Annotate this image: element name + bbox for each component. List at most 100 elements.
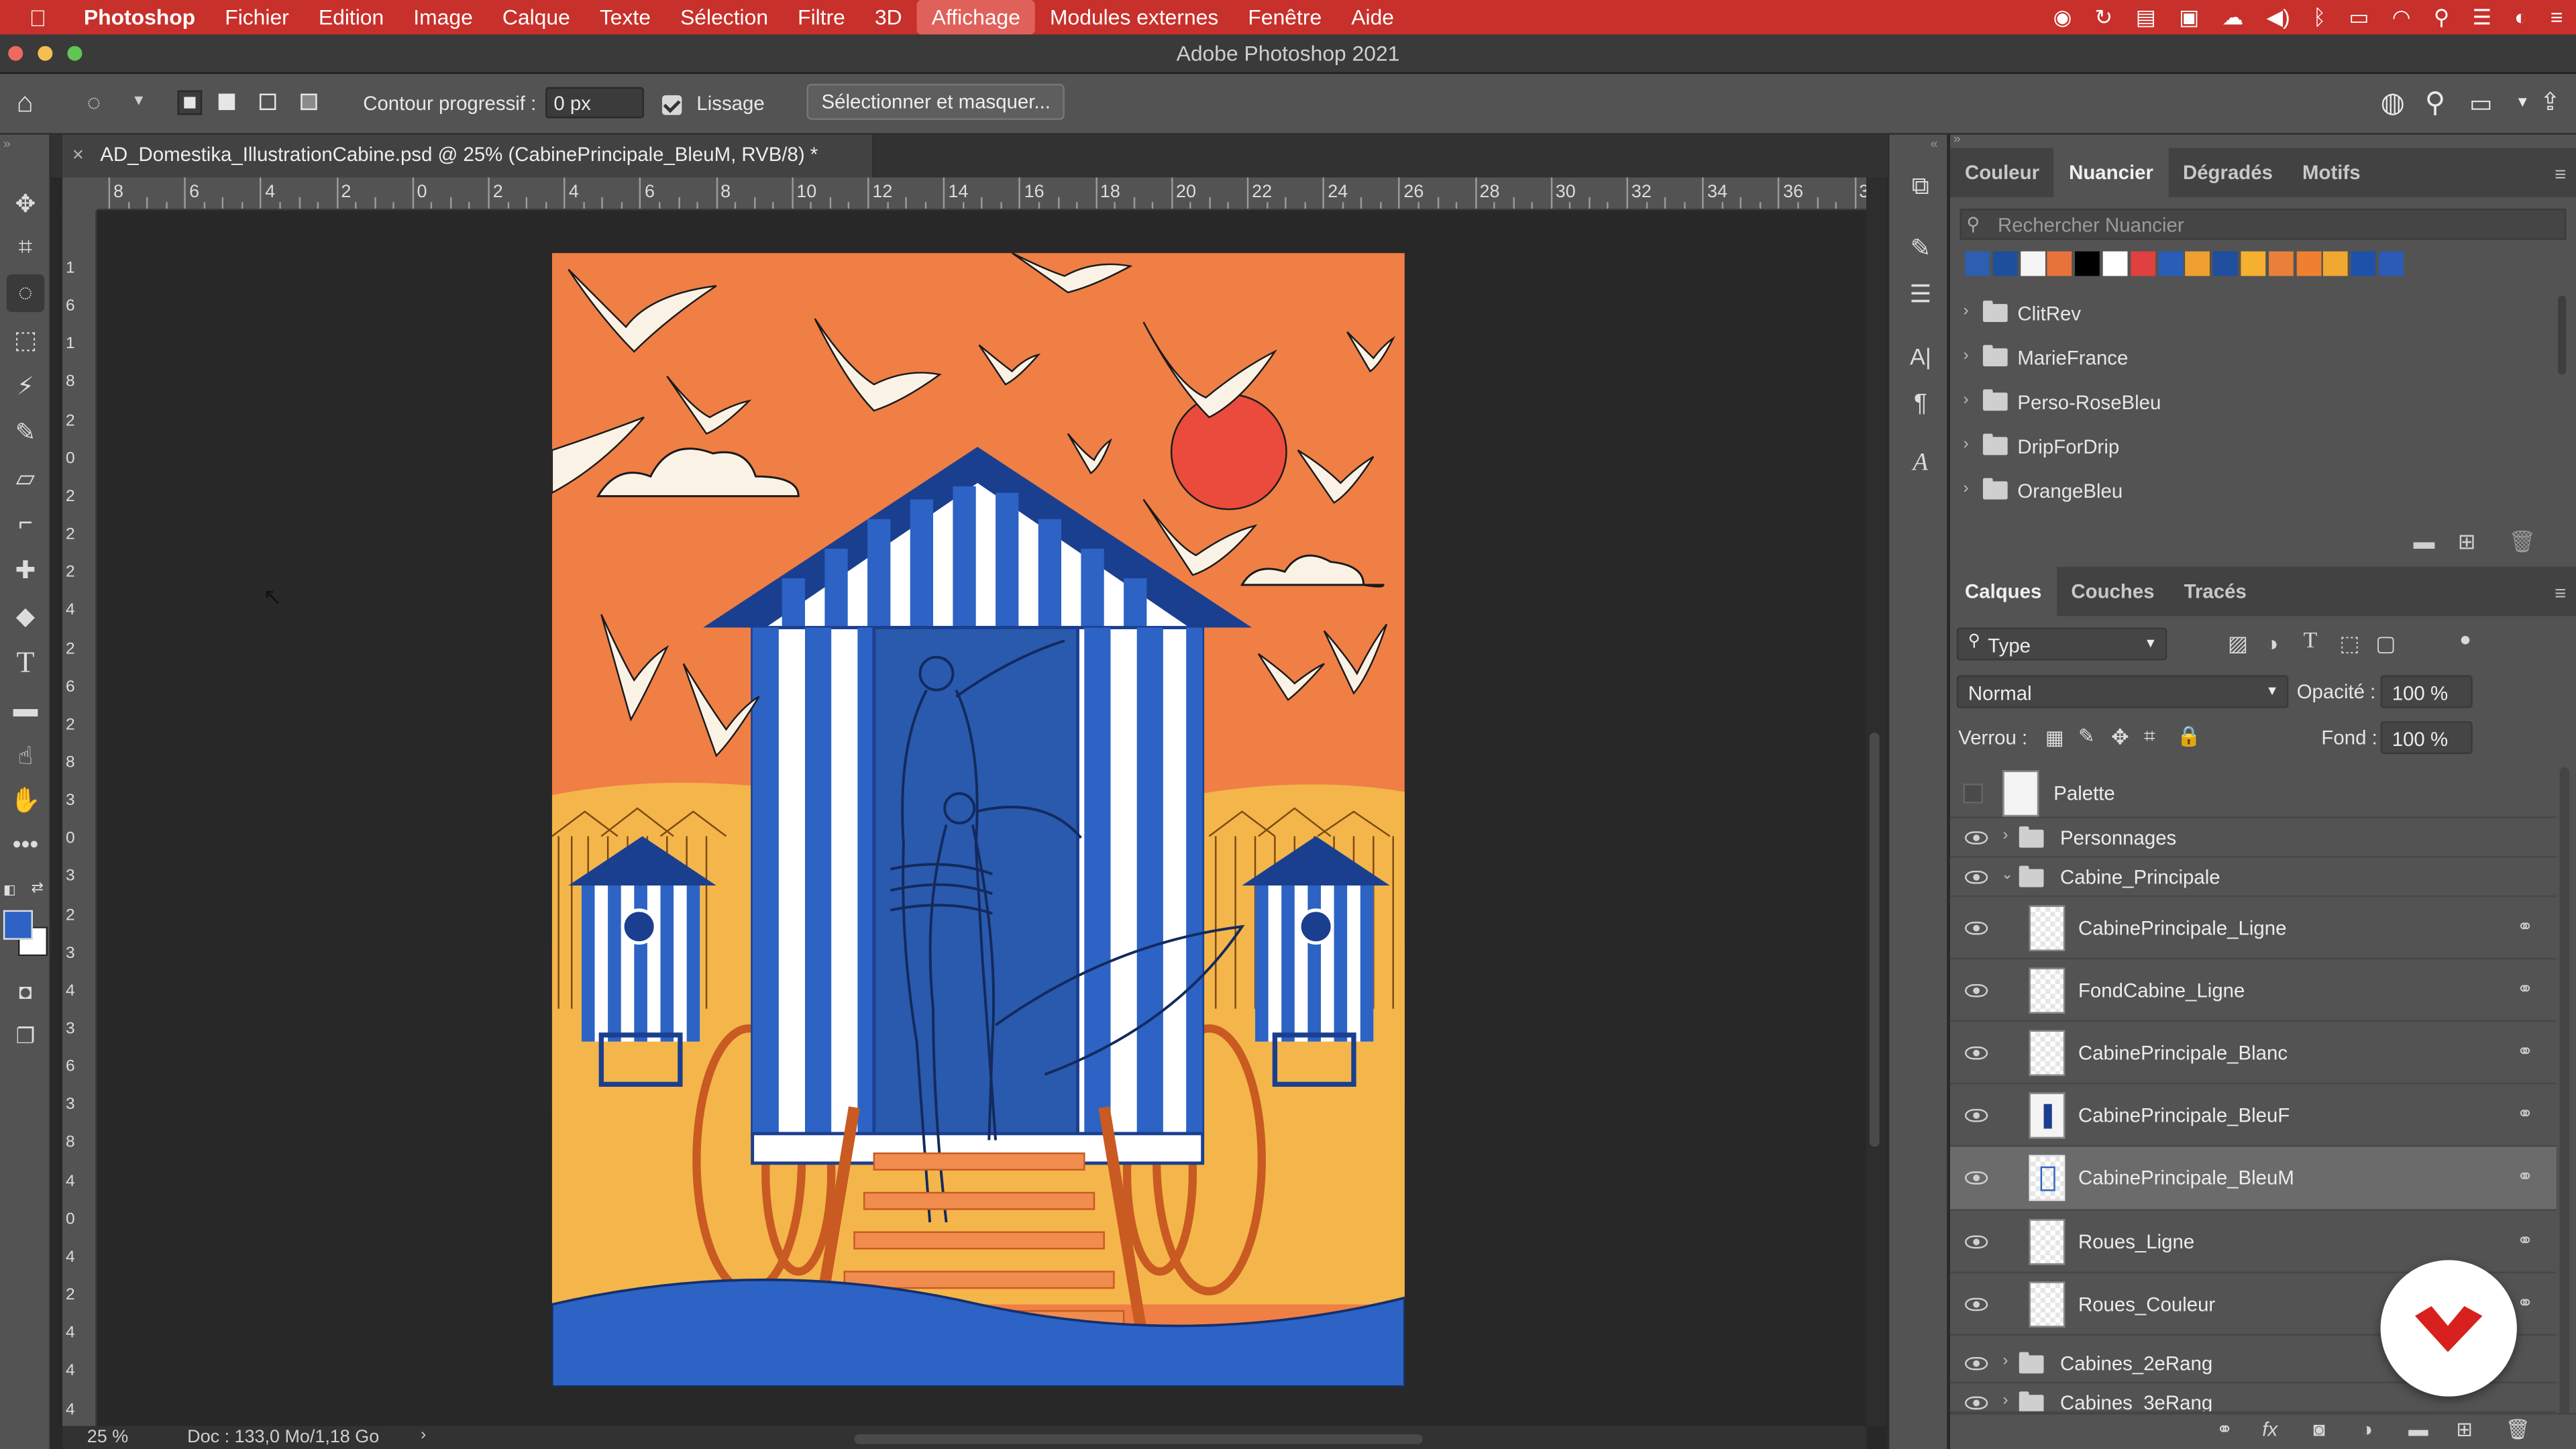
menu-image[interactable]: Image <box>398 0 488 34</box>
brush-tool-icon[interactable]: ✎ <box>7 413 44 450</box>
chevron-right-icon[interactable]: › <box>1964 347 1969 365</box>
chevron-down-icon[interactable]: ▼ <box>131 92 146 108</box>
menu-3d[interactable]: 3D <box>860 0 917 34</box>
filter-type-icon[interactable]: T <box>2303 629 2317 655</box>
new-group-icon[interactable]: ▬ <box>2408 1417 2428 1440</box>
delete-swatch-icon[interactable]: 🗑 <box>2509 529 2536 555</box>
menu-fenetre[interactable]: Fenêtre <box>1233 0 1336 34</box>
lasso-tool-icon[interactable]: ◌ <box>6 274 45 313</box>
swap-colors-icon[interactable]: ⇄ <box>32 879 44 897</box>
glyphs-panel-icon[interactable]: A <box>1902 445 1939 482</box>
tab-couches[interactable]: Couches <box>2056 567 2169 616</box>
color-swatch[interactable] <box>2268 251 2294 276</box>
menu-edition[interactable]: Edition <box>304 0 398 34</box>
collapse-tools-icon[interactable]: » <box>3 136 11 151</box>
feather-input[interactable]: 0 px <box>545 87 645 119</box>
crop-tool-icon[interactable]: ⌗ <box>7 228 44 266</box>
battery-icon[interactable]: ▭ <box>2349 0 2369 34</box>
color-swatch[interactable] <box>2186 251 2210 276</box>
chevron-right-icon[interactable]: › <box>1964 435 1969 453</box>
layer-row-cabine-principale[interactable]: ⌄ Cabine_Principale <box>1949 857 2557 898</box>
delete-layer-icon[interactable]: 🗑 <box>2506 1417 2530 1440</box>
wifi-icon[interactable]: ◠ <box>2392 0 2411 34</box>
ruler-tool-icon[interactable]: ▬ <box>7 690 44 728</box>
hand-tool-icon[interactable]: ✋ <box>7 780 44 818</box>
eye-icon[interactable] <box>1965 1171 1988 1185</box>
eye-icon[interactable] <box>1965 921 1988 935</box>
layer-style-icon[interactable]: fx <box>2262 1417 2277 1440</box>
siri-icon[interactable]: ◐ <box>2514 0 2527 34</box>
menu-modules-externes[interactable]: Modules externes <box>1035 0 1233 34</box>
vertical-scroll-thumb[interactable] <box>1869 733 1880 1147</box>
tab-nuancier[interactable]: Nuancier <box>2054 148 2168 197</box>
chevron-right-icon[interactable]: › <box>1964 480 1969 498</box>
link-layers-icon[interactable]: ⚭ <box>2216 1417 2233 1440</box>
layer-row-fondcabine-ligne[interactable]: FondCabine_Ligne ⚭ <box>1949 959 2557 1022</box>
chevron-right-icon[interactable]: › <box>2002 1391 2008 1409</box>
eye-icon[interactable] <box>1965 1046 1988 1060</box>
paragraph-panel-icon[interactable]: ¶ <box>1902 384 1939 421</box>
layer-filter-select[interactable]: ⚲ Type ▼ <box>1956 627 2167 661</box>
eye-icon[interactable] <box>1965 1235 1988 1249</box>
color-swatch[interactable] <box>2102 251 2128 276</box>
layer-row-cabineprincipale-ligne[interactable]: CabinePrincipale_Ligne ⚭ <box>1949 897 2557 960</box>
eye-icon[interactable] <box>1965 870 1988 884</box>
lock-position-icon[interactable]: ✥ <box>2111 724 2129 751</box>
quick-mask-icon[interactable]: ◘ <box>7 973 44 1010</box>
color-swatch[interactable] <box>2323 251 2349 276</box>
eye-icon[interactable] <box>1965 1356 1988 1371</box>
healing-tool-icon[interactable]: ✚ <box>7 550 44 588</box>
color-swatch[interactable] <box>2379 251 2404 276</box>
filter-pixel-icon[interactable]: ▨ <box>2228 631 2248 657</box>
illustration-artwork[interactable] <box>551 253 1405 1387</box>
horizontal-scroll-thumb[interactable] <box>854 1434 1423 1444</box>
tab-couleur[interactable]: Couleur <box>1950 148 2054 197</box>
spotlight-icon[interactable]: ⚲ <box>2434 0 2449 34</box>
swatch-group-clitrev[interactable]: › ClitRev <box>1950 292 2558 335</box>
menu-aide[interactable]: Aide <box>1336 0 1409 34</box>
link-icon[interactable]: ⚭ <box>2517 1229 2534 1252</box>
chevron-right-icon[interactable]: › <box>1964 303 1969 321</box>
eye-icon[interactable] <box>1965 831 1988 845</box>
intersect-selection-button[interactable] <box>301 93 317 111</box>
collapse-strip-icon[interactable]: « <box>1931 136 1938 151</box>
filter-smartobject-icon[interactable]: ▢ <box>2375 631 2396 657</box>
color-swatch[interactable] <box>2075 251 2100 276</box>
workspace-icon[interactable]: ▭ <box>2469 89 2493 119</box>
menu-texte[interactable]: Texte <box>585 0 665 34</box>
export-share-icon[interactable]: ⇪ <box>2540 87 2561 117</box>
lock-transparency-icon[interactable]: ▦ <box>2045 726 2064 749</box>
link-icon[interactable]: ⚭ <box>2517 915 2534 938</box>
eye-icon[interactable] <box>1965 1297 1988 1311</box>
eyedropper-tool-icon[interactable]: ⌐ <box>7 504 44 542</box>
screen-mode-icon[interactable]: ❐ <box>7 1017 44 1055</box>
volume-icon[interactable]: ◀) <box>2267 0 2290 34</box>
layer-row-cabineprincipale-bleum[interactable]: CabinePrincipale_BleuM ⚭ <box>1949 1146 2557 1211</box>
document-tab[interactable]: × AD_Domestika_IllustrationCabine.psd @ … <box>62 134 874 178</box>
zoom-level[interactable]: 25 % <box>87 1428 128 1447</box>
search-icon[interactable]: ⚲ <box>2425 87 2445 120</box>
menu-selection[interactable]: Sélection <box>665 0 783 34</box>
color-swatch[interactable] <box>2157 251 2183 276</box>
eye-icon[interactable] <box>1965 1396 1988 1410</box>
layers-scrollbar[interactable] <box>2559 767 2570 1418</box>
history-panel-icon[interactable]: ⧉ <box>1902 168 1939 204</box>
tab-degrades[interactable]: Dégradés <box>2168 148 2288 197</box>
character-panel-icon[interactable]: A| <box>1902 338 1939 374</box>
lock-artboard-icon[interactable]: ⌗ <box>2144 724 2155 749</box>
doc-size-info[interactable]: Doc : 133,0 Mo/1,18 Go <box>187 1428 379 1447</box>
cloud-upload-icon[interactable]: ☁ <box>2222 0 2243 34</box>
color-swatch[interactable] <box>2351 251 2376 276</box>
chevron-down-icon[interactable]: ⌄ <box>2001 866 2013 884</box>
marquee-tool-icon[interactable]: ⬚ <box>7 321 44 358</box>
menu-app[interactable]: Photoshop <box>76 0 211 34</box>
tab-calques[interactable]: Calques <box>1949 566 2057 616</box>
color-swatch[interactable] <box>1965 251 1990 276</box>
opacity-input[interactable]: 100 % <box>2380 675 2473 708</box>
brush-settings-icon[interactable]: ✎ <box>1902 230 1939 266</box>
notification-icon[interactable]: ▤ <box>2136 0 2156 34</box>
notification-center-icon[interactable]: ≡ <box>2551 0 2563 34</box>
control-center-icon[interactable]: ☰ <box>2472 0 2491 34</box>
chevron-right-icon[interactable]: › <box>2002 826 2008 845</box>
menu-calque[interactable]: Calque <box>488 0 585 34</box>
